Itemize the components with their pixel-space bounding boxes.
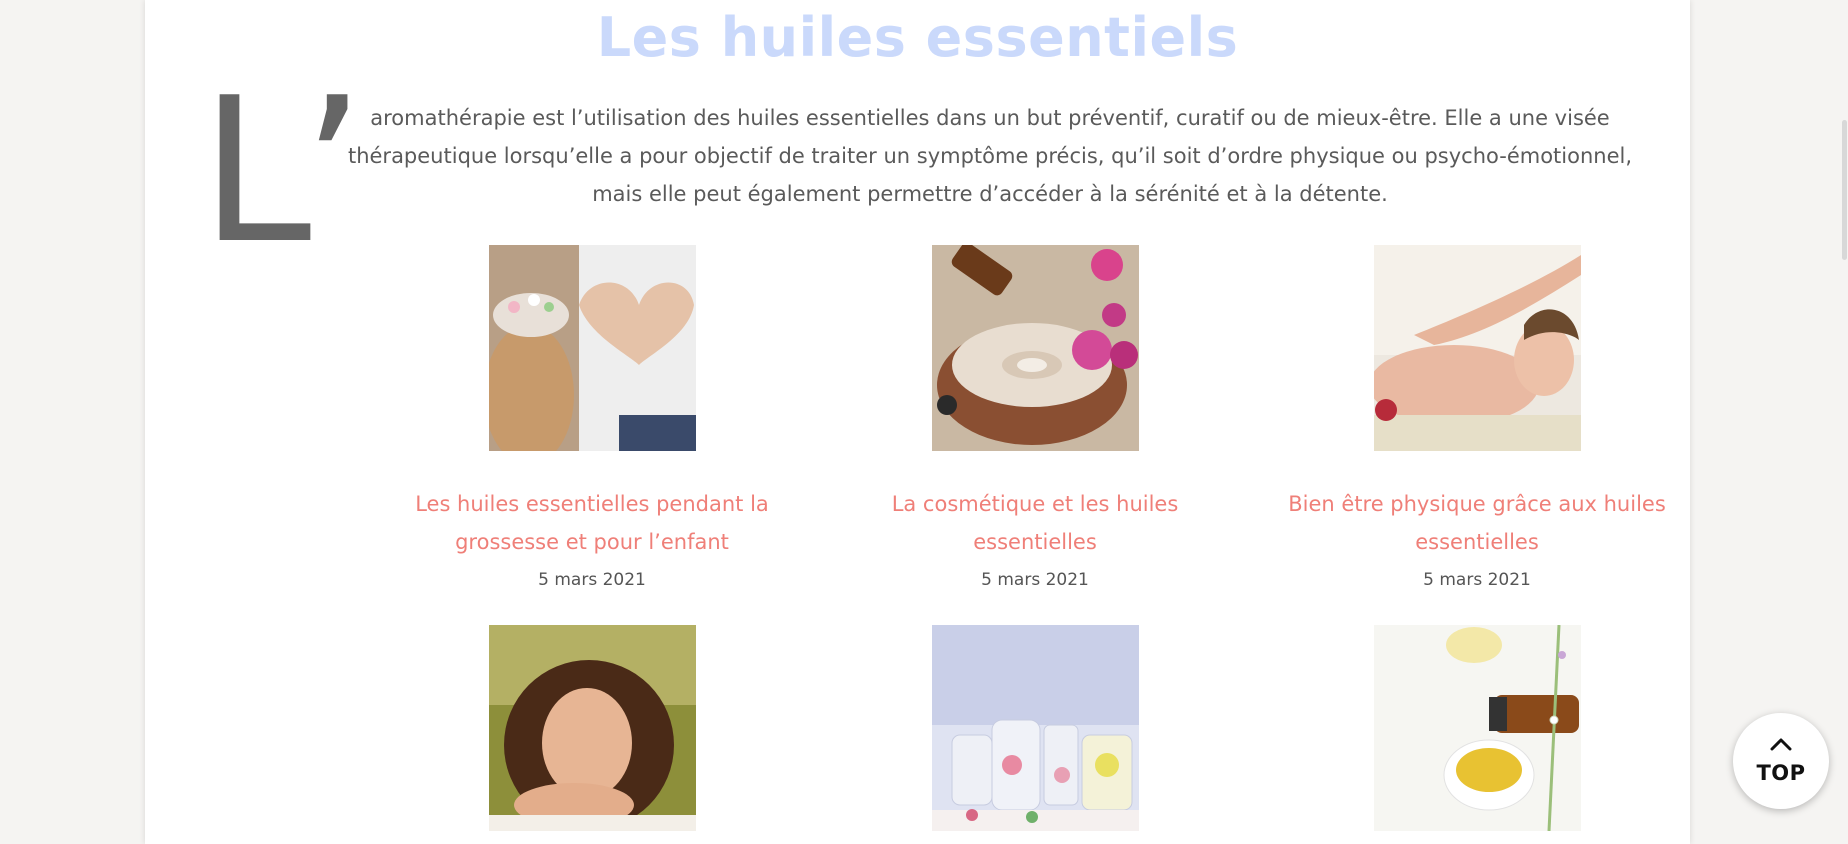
article-link[interactable]: Bien être physique grâce aux huiles esse… <box>1272 485 1682 561</box>
intro-paragraph: aromathérapie est l’utilisation des huil… <box>347 106 1633 206</box>
article-image-pregnancy[interactable] <box>488 245 696 451</box>
article-image-lab-bottles[interactable] <box>931 625 1139 831</box>
back-to-top-button[interactable]: TOP <box>1733 713 1829 809</box>
dropcap-letter: L’ <box>200 55 365 288</box>
article-date: 5 mars 2021 <box>981 570 1089 590</box>
article-card[interactable]: Les huiles essentielles pendant la gross… <box>387 245 797 599</box>
article-date: 5 mars 2021 <box>1423 570 1531 590</box>
article-image-massage[interactable] <box>1373 245 1581 451</box>
page-title: Les huiles essentiels <box>596 6 1239 69</box>
back-to-top-label: TOP <box>1756 761 1806 785</box>
article-card[interactable] <box>1272 625 1682 831</box>
content-panel: Les huiles essentiels L’ aromathérapie e… <box>145 0 1690 844</box>
article-link[interactable]: La cosmétique et les huiles essentielles <box>830 485 1240 561</box>
article-card[interactable] <box>830 625 1240 831</box>
window-scrollbar[interactable] <box>1840 0 1848 844</box>
article-card[interactable]: Bien être physique grâce aux huiles esse… <box>1272 245 1682 599</box>
article-image-woman-portrait[interactable] <box>488 625 696 831</box>
article-image-oil-tea[interactable] <box>1373 625 1581 831</box>
article-card[interactable]: La cosmétique et les huiles essentielles… <box>830 245 1240 599</box>
article-date: 5 mars 2021 <box>538 570 646 590</box>
scrollbar-thumb[interactable] <box>1842 120 1847 260</box>
article-link[interactable]: Les huiles essentielles pendant la gross… <box>387 485 797 561</box>
article-image-cosmetic[interactable] <box>931 245 1139 451</box>
chevron-up-icon <box>1770 738 1792 751</box>
page-scrollbar[interactable] <box>1832 0 1840 844</box>
article-card[interactable] <box>387 625 797 831</box>
